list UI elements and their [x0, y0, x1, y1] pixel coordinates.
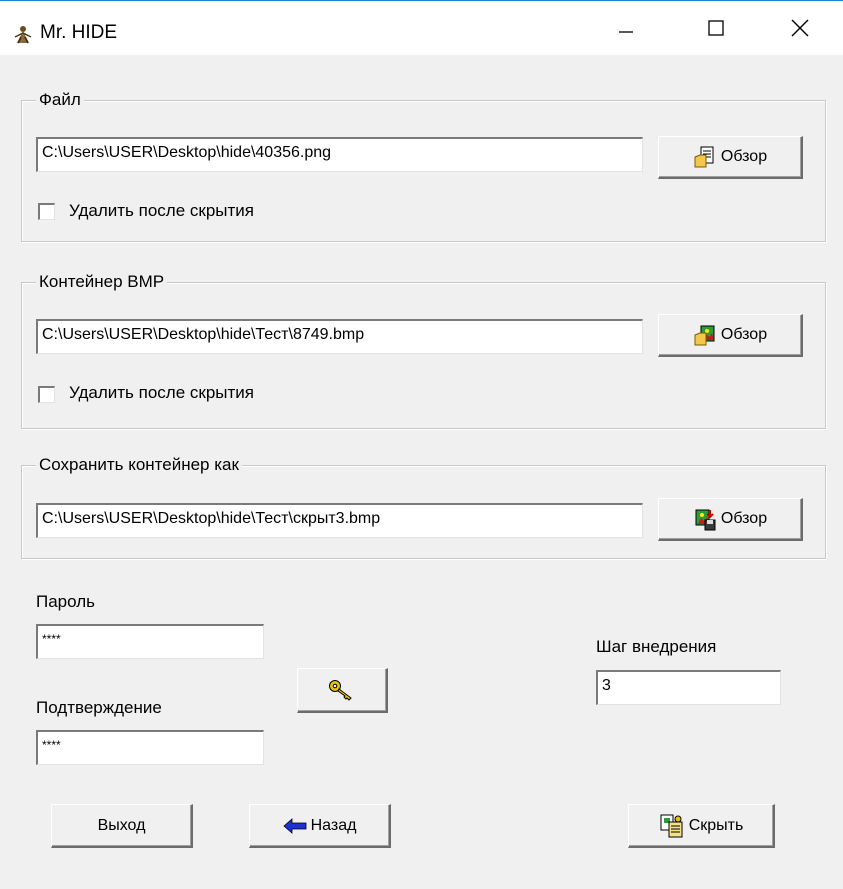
back-button[interactable]: Назад — [249, 804, 391, 848]
back-button-label: Назад — [310, 816, 357, 834]
exit-button[interactable]: Выход — [51, 804, 193, 848]
title-bar[interactable]: Mr. HIDE — [0, 1, 843, 55]
container-delete-label[interactable]: Удалить после скрытия — [69, 383, 254, 403]
file-delete-label[interactable]: Удалить после скрытия — [69, 201, 254, 221]
maximize-icon — [708, 20, 724, 36]
file-browse-button[interactable]: Обзор — [658, 136, 803, 179]
password-input[interactable]: **** — [36, 624, 264, 659]
file-delete-checkbox[interactable] — [38, 203, 55, 220]
container-path-input[interactable]: C:\Users\USER\Desktop\hide\Тест\8749.bmp — [36, 319, 643, 354]
bee-icon — [14, 26, 32, 44]
hide-button[interactable]: Скрыть — [628, 804, 775, 848]
exit-button-label: Выход — [97, 816, 146, 834]
generate-key-button[interactable] — [297, 668, 388, 713]
window-title: Mr. HIDE — [40, 22, 118, 43]
save-path-input[interactable]: C:\Users\USER\Desktop\hide\Тест\скрыт3.b… — [36, 503, 643, 538]
key-icon — [329, 680, 352, 701]
save-browse-button[interactable]: Обзор — [658, 498, 803, 541]
document-icon — [694, 146, 714, 168]
password-label: Пароль — [36, 592, 95, 611]
hide-document-icon — [660, 814, 683, 837]
file-browse-label: Обзор — [720, 148, 768, 165]
folder-image-icon — [694, 325, 715, 346]
file-group-label: Файл — [36, 90, 84, 110]
minimize-button[interactable] — [596, 1, 656, 55]
close-button[interactable] — [770, 1, 830, 55]
container-browse-button[interactable]: Обзор — [658, 314, 803, 357]
confirm-label: Подтверждение — [36, 698, 162, 717]
step-input[interactable]: 3 — [596, 670, 781, 705]
confirm-password-input[interactable]: **** — [36, 730, 264, 765]
file-path-input[interactable]: C:\Users\USER\Desktop\hide\40356.png — [36, 137, 643, 172]
maximize-button[interactable] — [686, 1, 746, 55]
close-icon — [791, 19, 809, 37]
container-delete-checkbox[interactable] — [38, 386, 55, 403]
hide-button-label: Скрыть — [688, 816, 744, 834]
save-group-label: Сохранить контейнер как — [36, 455, 242, 475]
container-browse-label: Обзор — [720, 326, 768, 343]
save-image-icon — [695, 509, 716, 531]
container-group-label: Контейнер BMP — [36, 272, 168, 292]
save-browse-label: Обзор — [720, 510, 768, 527]
app-window: Mr. HIDE Файл C:\Users\USER\Desktop\hide… — [0, 0, 843, 889]
arrow-left-icon — [282, 817, 306, 834]
minimize-icon — [619, 31, 633, 33]
step-label: Шаг внедрения — [596, 637, 717, 656]
